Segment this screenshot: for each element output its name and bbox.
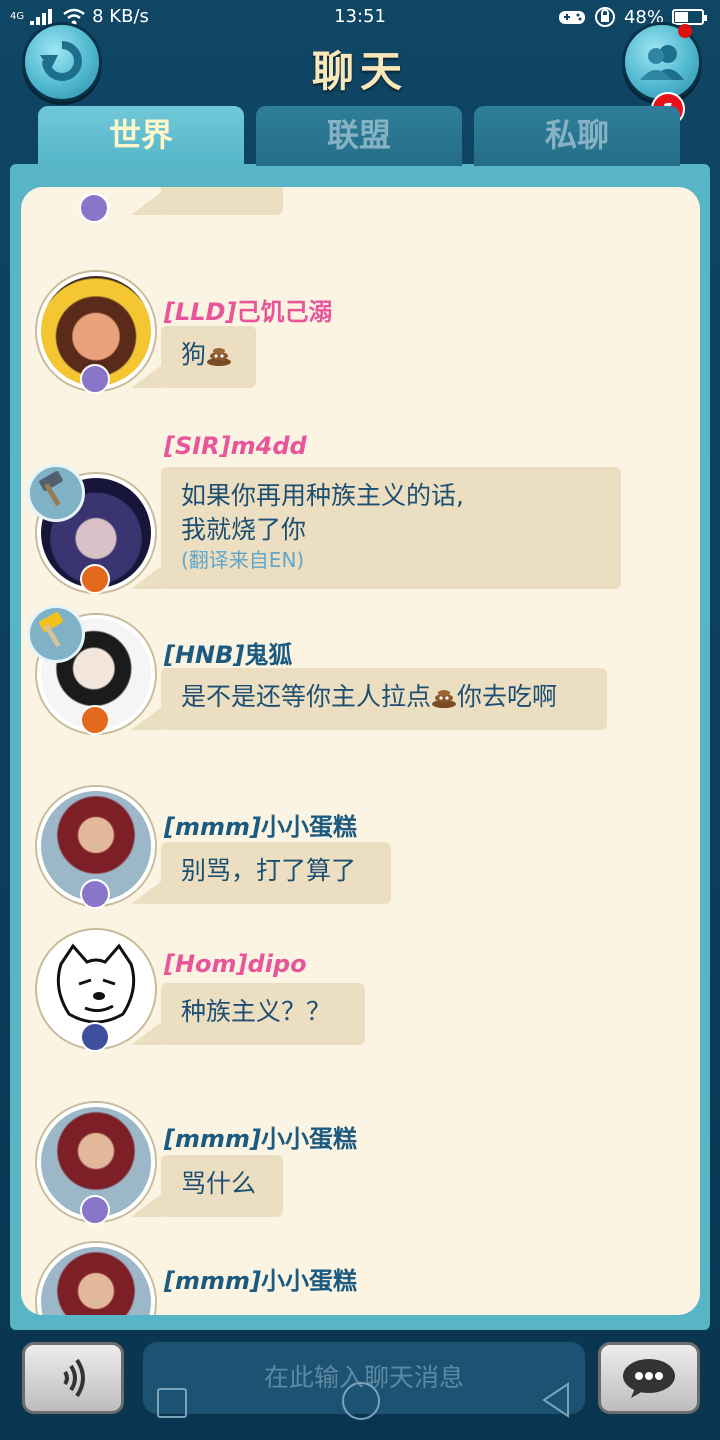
message-bubble: 狗 [131, 326, 256, 388]
message-text-line: 我就烧了你 [181, 515, 307, 544]
gamepad-icon [558, 11, 585, 24]
poo-emoji-icon [432, 690, 457, 708]
users-icon [640, 45, 684, 80]
tab-private[interactable]: 私聊 [474, 106, 680, 166]
message-text: 种族主义？？ [181, 997, 332, 1026]
message-text: 别骂，打了算了 [181, 856, 357, 885]
battery-icon [672, 9, 707, 25]
sender-name[interactable]: [Hom]dipo [164, 950, 307, 978]
rank-badge-icon [80, 1195, 110, 1225]
message-text-line: 如果你再用种族主义的话, [181, 481, 464, 510]
chat-list[interactable]: [LLD]己饥己溺 狗 [SIR]m4dd 如果你再用种族主义的话, 我就烧了你… [21, 187, 700, 1315]
rank-badge-icon [79, 193, 109, 223]
rank-badge-icon [80, 564, 110, 594]
rank-badge-icon [80, 1022, 110, 1052]
rank-badge-icon [80, 879, 110, 909]
chat-tabs: 世界 联盟 私聊 [30, 106, 690, 166]
back-nav-icon[interactable] [540, 1382, 572, 1418]
message-text: 骂什么 [181, 1169, 257, 1198]
sender-name[interactable]: [mmm]小小蛋糕 [164, 1261, 357, 1296]
rank-badge-icon [80, 364, 110, 394]
message-bubble: 骂什么 [131, 1155, 283, 1217]
page-title: 聊天 [311, 47, 408, 96]
poo-emoji-icon [207, 348, 232, 366]
sender-name[interactable]: [LLD]己饥己溺 [164, 292, 332, 327]
sender-name[interactable]: [mmm]小小蛋糕 [164, 807, 357, 842]
translation-note[interactable]: (翻译来自EN) [181, 547, 601, 573]
recent-apps-icon[interactable] [157, 1388, 187, 1418]
system-nav-bar [0, 1360, 720, 1440]
sender-name[interactable]: [HNB]鬼狐 [164, 635, 292, 670]
sender-name[interactable]: [mmm]小小蛋糕 [164, 1119, 357, 1154]
message-bubble [131, 187, 283, 215]
status-bar: 4G 8 KB/s 13:51 48% [0, 0, 720, 34]
notification-dot [678, 24, 692, 38]
clock: 13:51 [334, 6, 386, 27]
message-bubble: 种族主义？？ [131, 983, 365, 1045]
tab-world[interactable]: 世界 [38, 106, 244, 166]
hammer-badge-icon [27, 605, 85, 663]
message-text: 狗 [181, 340, 207, 369]
hammer-badge-icon [27, 464, 85, 522]
home-icon[interactable] [342, 1382, 380, 1420]
tab-alliance[interactable]: 联盟 [256, 106, 462, 166]
message-bubble: 别骂，打了算了 [131, 842, 391, 904]
message-bubble: 是不是还等你主人拉点 你去吃啊 [131, 668, 607, 730]
message-bubble: 如果你再用种族主义的话, 我就烧了你 (翻译来自EN) [131, 467, 621, 589]
message-text: 是不是还等你主人拉点 [181, 682, 432, 711]
avatar[interactable] [37, 1243, 155, 1315]
rotation-lock-icon [594, 7, 615, 27]
sender-name[interactable]: [SIR]m4dd [164, 432, 307, 460]
rank-badge-icon [80, 705, 110, 735]
message-text: 你去吃啊 [457, 682, 558, 711]
